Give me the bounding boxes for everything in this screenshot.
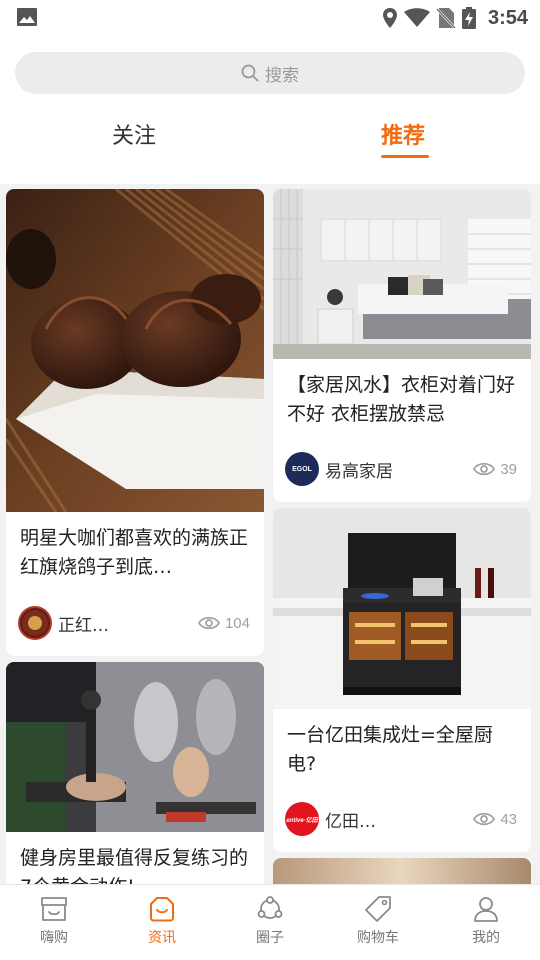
nav-label: 嗨购 [40,930,68,946]
tab-follow[interactable]: 关注 [112,118,156,150]
author-avatar-logo: entive·亿田 [286,817,318,824]
author-avatar: EGOL [285,452,319,486]
card-image-gym [6,662,264,832]
author-avatar [18,606,52,640]
author-name: 亿田… [325,811,376,832]
nav-item-circle[interactable]: 圈子 [216,885,324,960]
author-name: 易高家居 [325,461,393,482]
author-avatar: entive·亿田 [285,802,319,836]
search-placeholder: 搜索 [265,65,299,86]
search-icon [241,64,259,82]
view-count: 104 [197,614,250,632]
card-image-partial [273,858,531,884]
nav-label: 购物车 [357,930,399,946]
card-meta: entive·亿田 亿田… 43 [285,802,517,836]
nav-item-cart[interactable]: 购物车 [324,885,432,960]
card-meta: EGOL 易高家居 39 [285,452,517,486]
feed: 明星大咖们都喜欢的满族正红旗烧鸽子到底… 正红… 104 健身房里最值得反复练习… [0,184,540,884]
view-count: 39 [473,461,517,478]
bottom-nav: 嗨购 资讯 圈子 购物车 我的 [0,884,540,960]
feed-card[interactable]: 明星大咖们都喜欢的满族正红旗烧鸽子到底… 正红… 104 [6,189,264,656]
location-icon [382,8,397,28]
view-count-value: 104 [224,614,250,632]
feed-card[interactable]: 健身房里最值得反复练习的7个黄金动作! [6,662,264,884]
eye-icon [473,462,496,476]
eye-icon [197,616,220,630]
card-title: 【家居风水】衣柜对着门好不好 衣柜摆放禁忌 [287,374,516,425]
nav-label: 我的 [472,930,500,946]
status-time: 3:54 [487,6,528,29]
image-notification-icon [17,8,37,26]
eye-icon [473,812,496,826]
feed-card[interactable]: 【家居风水】衣柜对着门好不好 衣柜摆放禁忌 EGOL 易高家居 39 [273,189,531,502]
author-name: 正红… [58,615,109,636]
card-image-bedroom [273,189,531,359]
tag-icon [365,896,391,922]
status-bar: 3:54 [0,0,540,36]
card-title: 一台亿田集成灶=全屋厨电? [287,724,493,775]
card-meta: 正红… 104 [18,606,250,640]
battery-charging-icon [461,7,476,29]
card-title: 明星大咖们都喜欢的满族正红旗烧鸽子到底… [20,527,249,578]
no-sim-icon [436,8,456,29]
feed-card[interactable]: 一台亿田集成灶=全屋厨电? entive·亿田 亿田… 43 [273,508,531,852]
nav-label: 资讯 [148,930,176,946]
card-title: 健身房里最值得反复练习的7个黄金动作! [20,847,249,884]
view-count-value: 39 [500,460,517,478]
circle-icon [257,896,283,919]
nav-label: 圈子 [256,930,284,946]
search-bar[interactable]: 搜索 [15,52,525,94]
feed-card[interactable] [273,858,531,884]
view-count: 43 [473,811,517,828]
view-count-value: 43 [500,810,517,828]
active-tab-indicator [381,155,429,158]
header: 搜索 关注 推荐 [0,36,540,184]
nav-item-profile[interactable]: 我的 [432,885,540,960]
nav-item-news[interactable]: 资讯 [108,885,216,960]
author-avatar-logo: EGOL [292,465,312,473]
tab-recommend[interactable]: 推荐 [381,118,425,150]
user-icon [474,897,498,922]
nav-item-shop[interactable]: 嗨购 [0,885,108,960]
store-icon [41,897,67,921]
card-image-integrated-stove [273,508,531,709]
wifi-icon [403,8,430,27]
card-image-roast-pigeon [6,189,264,512]
news-icon [150,897,174,922]
